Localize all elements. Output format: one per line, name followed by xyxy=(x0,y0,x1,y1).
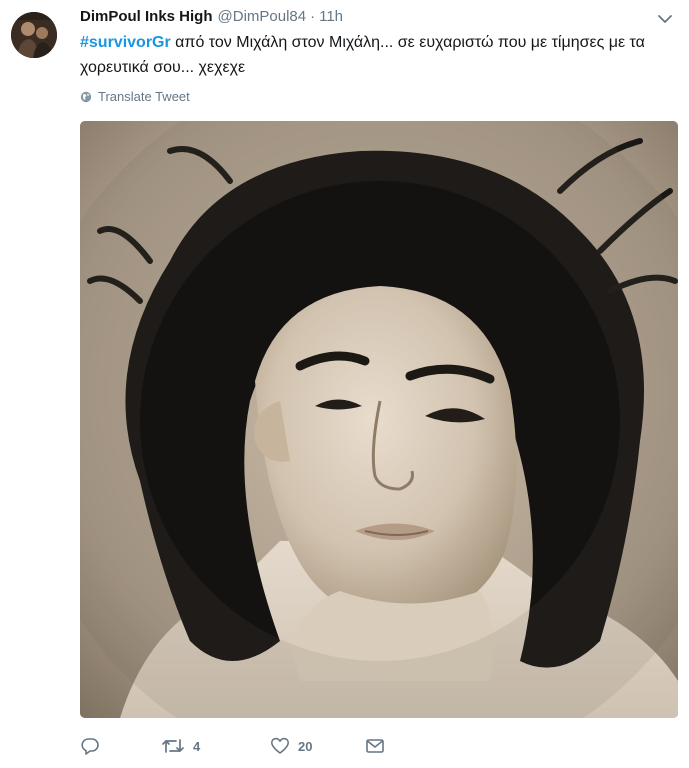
avatar[interactable] xyxy=(11,12,57,58)
retweet-count: 4 xyxy=(193,738,201,754)
retweet-button[interactable]: 4 xyxy=(161,734,200,758)
retweet-icon xyxy=(162,739,184,753)
chevron-down-icon[interactable] xyxy=(655,12,675,26)
globe-icon xyxy=(80,91,92,102)
separator-dot: · xyxy=(310,8,316,25)
like-count: 20 xyxy=(298,738,313,754)
portrait-photo xyxy=(80,121,678,718)
heart-icon xyxy=(271,737,289,754)
tweet-actions: 4 20 xyxy=(80,734,480,758)
tweet-text: #survivorGr από τον Μιχάλη στον Μιχάλη..… xyxy=(80,30,678,80)
reply-icon xyxy=(81,738,99,755)
reply-button[interactable] xyxy=(80,734,108,758)
hashtag-link[interactable]: #survivorGr xyxy=(80,34,171,51)
avatar-image xyxy=(11,12,57,58)
translate-tweet-link[interactable]: Translate Tweet xyxy=(80,89,190,104)
like-button[interactable]: 20 xyxy=(270,734,312,758)
username-handle[interactable]: @DimPoul84 xyxy=(218,8,307,25)
direct-message-button[interactable] xyxy=(365,734,385,758)
translate-tweet-label: Translate Tweet xyxy=(98,89,190,104)
display-name[interactable]: DimPoul Inks High xyxy=(80,8,213,25)
timestamp[interactable]: 11h xyxy=(319,8,343,25)
tweet-photo[interactable] xyxy=(80,121,678,718)
tweet-header: DimPoul Inks High @DimPoul84 · 11h xyxy=(80,8,343,30)
tweet: DimPoul Inks High @DimPoul84 · 11h #surv… xyxy=(0,0,689,768)
envelope-icon xyxy=(366,739,384,753)
